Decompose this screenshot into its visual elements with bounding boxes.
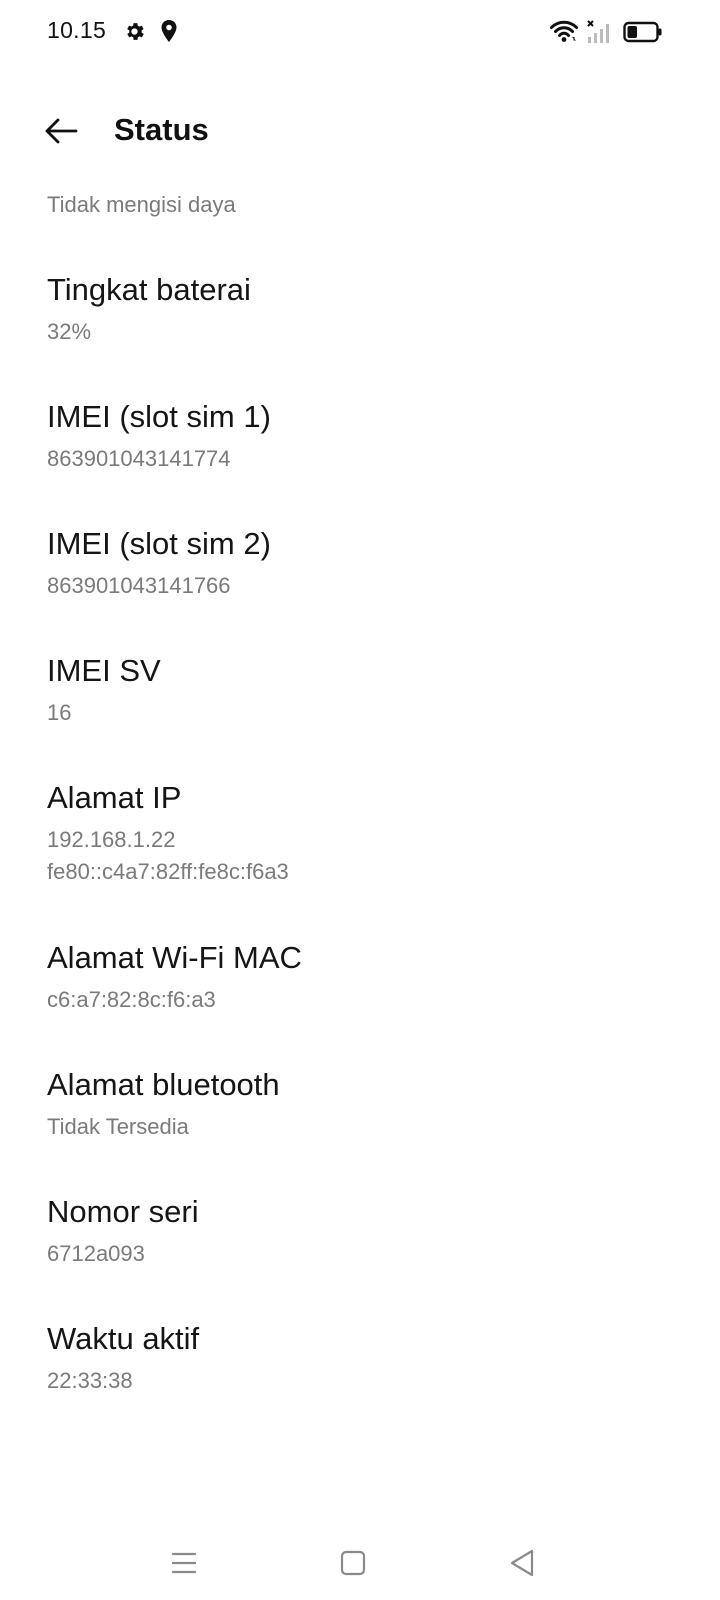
back-button[interactable] <box>38 108 84 154</box>
charging-status: Tidak mengisi daya <box>47 192 236 217</box>
battery-icon <box>623 21 662 43</box>
signal-icon <box>587 20 609 43</box>
status-list: Tidak mengisi daya Tingkat baterai 32% I… <box>0 178 720 1434</box>
list-item-value: c6:a7:82:8c:f6:a3 <box>47 987 216 1012</box>
list-item-title: IMEI (slot sim 1) <box>47 399 271 434</box>
page-title: Status <box>114 112 209 147</box>
list-item-bluetooth-address[interactable]: Alamat bluetooth Tidak Tersedia <box>0 1053 720 1180</box>
arrow-left-icon <box>45 118 78 144</box>
list-item-title: Alamat bluetooth <box>47 1067 280 1102</box>
list-item-value: 863901043141774 <box>47 446 231 471</box>
list-item-value: 16 <box>47 700 72 725</box>
home-button[interactable] <box>328 1538 378 1588</box>
list-item-wifi-mac[interactable]: Alamat Wi-Fi MAC c6:a7:82:8c:f6:a3 <box>0 926 720 1053</box>
list-item-ip-address[interactable]: Alamat IP 192.168.1.22 fe80::c4a7:82ff:f… <box>0 766 720 926</box>
list-item-value-secondary: fe80::c4a7:82ff:fe8c:f6a3 <box>47 859 289 884</box>
list-item-imei-sim2[interactable]: IMEI (slot sim 2) 863901043141766 <box>0 512 720 639</box>
list-item-title: IMEI (slot sim 2) <box>47 526 271 561</box>
list-item-imei-sim1[interactable]: IMEI (slot sim 1) 863901043141774 <box>0 385 720 512</box>
app-bar: Status <box>0 98 720 164</box>
recents-button[interactable] <box>159 1538 209 1588</box>
status-bar: 10.15 <box>0 0 720 62</box>
list-item-title: IMEI SV <box>47 653 161 688</box>
gear-icon <box>127 23 144 40</box>
list-item-imei-sv[interactable]: IMEI SV 16 <box>0 639 720 766</box>
list-item-title: Tingkat baterai <box>47 272 251 307</box>
list-item-value: 192.168.1.22 <box>47 827 176 852</box>
list-item-title: Nomor seri <box>47 1194 199 1229</box>
list-item-serial-number[interactable]: Nomor seri 6712a093 <box>0 1180 720 1307</box>
status-screen: 10.15 Status Tidak mengisi daya Tingkat … <box>0 0 720 1600</box>
list-item-uptime[interactable]: Waktu aktif 22:33:38 <box>0 1307 720 1434</box>
wifi-icon <box>550 20 578 42</box>
home-icon <box>340 1550 366 1576</box>
navigation-bar <box>0 1520 720 1600</box>
nav-back-button[interactable] <box>497 1538 547 1588</box>
menu-icon <box>171 1552 197 1574</box>
list-item-value: 32% <box>47 319 92 344</box>
list-item-title: Waktu aktif <box>47 1321 200 1356</box>
list-item-title: Alamat IP <box>47 780 182 815</box>
list-item-title: Alamat Wi-Fi MAC <box>47 940 302 975</box>
list-item-battery-level[interactable]: Tingkat baterai 32% <box>0 258 720 385</box>
status-bar-time: 10.15 <box>47 17 107 43</box>
location-icon <box>161 20 177 42</box>
list-item-value: 863901043141766 <box>47 573 231 598</box>
list-item-value: 6712a093 <box>47 1241 145 1266</box>
list-item-value: 22:33:38 <box>47 1368 133 1393</box>
back-triangle-icon <box>510 1549 534 1577</box>
list-item-value: Tidak Tersedia <box>47 1114 189 1139</box>
